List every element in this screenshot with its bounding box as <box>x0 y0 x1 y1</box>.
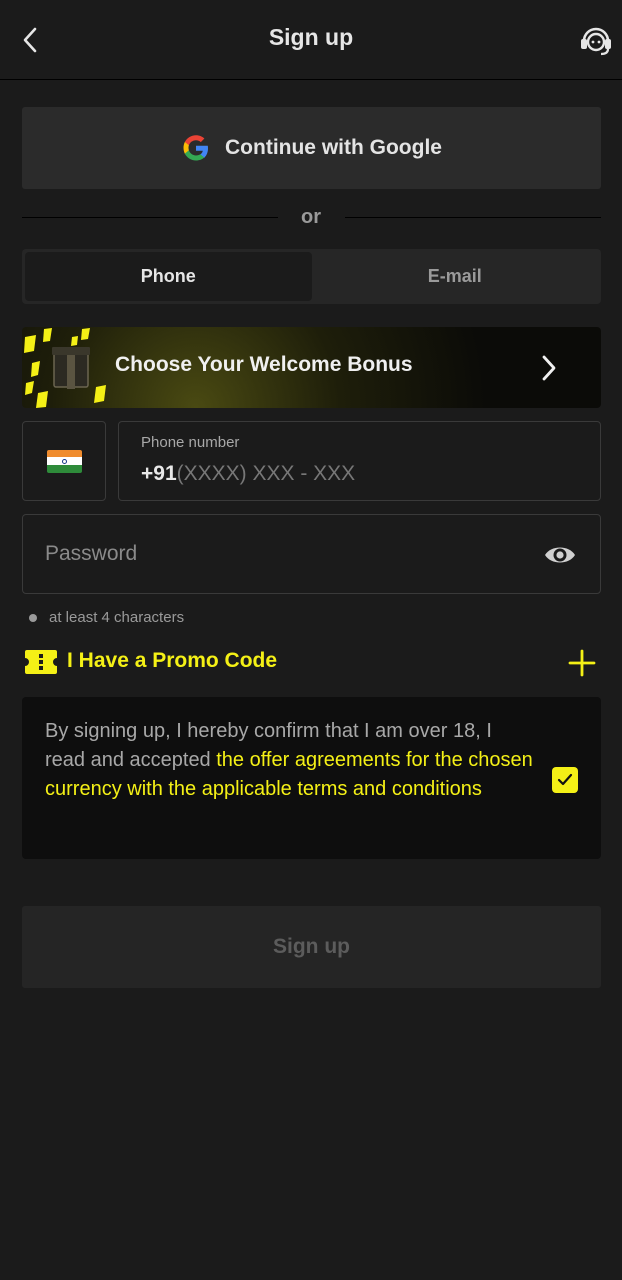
welcome-bonus-label: Choose Your Welcome Bonus <box>115 353 413 376</box>
google-icon <box>183 135 208 161</box>
terms-checkbox[interactable] <box>552 767 578 793</box>
password-hint: at least 4 characters <box>29 609 184 626</box>
sign-up-button[interactable]: Sign up <box>22 906 601 988</box>
continue-with-google-button[interactable]: Continue with Google <box>22 107 601 189</box>
country-code-selector[interactable] <box>22 421 106 501</box>
terms-agreement-panel: By signing up, I hereby confirm that I a… <box>22 697 601 859</box>
password-field[interactable]: Password <box>22 514 601 594</box>
password-hint-text: at least 4 characters <box>49 609 185 626</box>
page-title: Sign up <box>268 24 354 50</box>
support-button[interactable] <box>576 20 616 60</box>
toggle-password-visibility-button[interactable] <box>542 540 578 570</box>
tab-email[interactable]: E-mail <box>312 252 599 301</box>
checkmark-icon <box>557 773 573 786</box>
terms-text: By signing up, I hereby confirm that I a… <box>45 717 535 804</box>
hint-bullet <box>29 613 37 622</box>
phone-number-label: Phone number <box>141 434 240 451</box>
app-header: Sign up <box>0 0 622 80</box>
ticket-icon[interactable] <box>24 648 58 676</box>
tab-phone[interactable]: Phone <box>25 252 312 301</box>
headset-icon <box>581 27 611 56</box>
eye-icon <box>545 547 575 563</box>
promo-code-toggle[interactable]: I Have a Promo Code <box>67 649 277 673</box>
india-flag-icon <box>46 449 82 473</box>
phone-placeholder: (XXXX) XXX - XXX <box>176 462 356 485</box>
chevron-right-icon <box>542 355 556 381</box>
signup-method-tabs: Phone E-mail <box>22 249 601 304</box>
gift-box-icon <box>24 328 106 408</box>
welcome-bonus-banner[interactable]: Choose Your Welcome Bonus <box>22 327 601 408</box>
phone-prefix: +91 <box>141 462 177 485</box>
phone-number-field[interactable]: Phone number +91(XXXX) XXX - XXX <box>118 421 601 501</box>
password-input[interactable]: Password <box>45 542 137 566</box>
plus-icon[interactable] <box>568 649 596 677</box>
phone-number-input[interactable]: +91(XXXX) XXX - XXX <box>141 462 355 486</box>
google-button-label: Continue with Google <box>225 136 442 159</box>
divider-right <box>345 217 601 218</box>
